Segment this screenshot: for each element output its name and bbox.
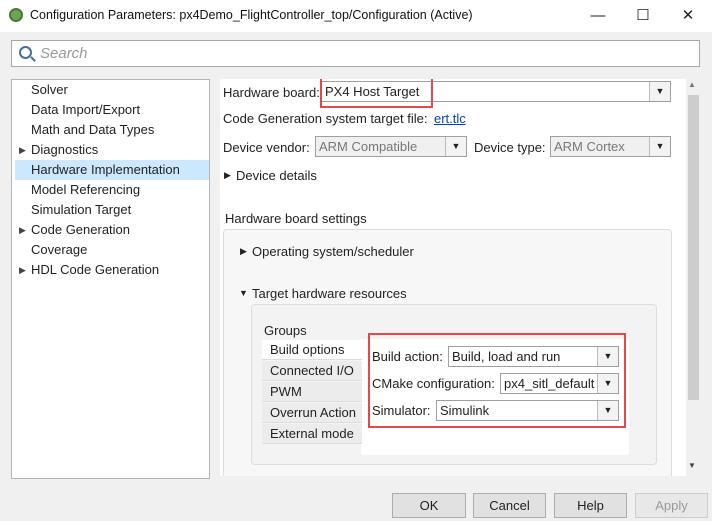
tree-item-label: Diagnostics (31, 142, 99, 157)
device-details-toggle[interactable]: Device details (236, 168, 317, 183)
tree-item-label: Solver (31, 82, 68, 97)
tree-item[interactable]: Solver (15, 80, 209, 100)
maximize-button[interactable]: ☐ (623, 4, 663, 28)
cmake-label: CMake configuration: (372, 376, 495, 391)
group-tab[interactable]: Connected I/O (262, 361, 362, 381)
group-tab[interactable]: Overrun Action (262, 403, 362, 423)
tree-item[interactable]: Model Referencing (15, 180, 209, 200)
cmake-select[interactable]: px4_sitl_default ▼ (500, 373, 619, 394)
tree-item-label: Hardware Implementation (31, 162, 180, 177)
simulator-select[interactable]: Simulink ▼ (436, 400, 619, 421)
cancel-button[interactable]: Cancel (473, 493, 546, 518)
help-button[interactable]: Help (554, 493, 627, 518)
tree-item[interactable]: Simulation Target (15, 200, 209, 220)
chevron-right-icon[interactable]: ▶ (19, 220, 26, 240)
target-resources-toggle[interactable]: Target hardware resources (252, 286, 407, 301)
build-action-value: Build, load and run (452, 349, 561, 364)
window-title: Configuration Parameters: px4Demo_Flight… (30, 8, 473, 22)
chevron-down-icon: ▼ (445, 137, 466, 156)
title-bar: Configuration Parameters: px4Demo_Flight… (0, 0, 712, 32)
group-tab[interactable]: External mode (262, 424, 362, 444)
device-vendor-label: Device vendor: (223, 140, 310, 155)
tree-item-label: Data Import/Export (31, 102, 141, 117)
scroll-up-icon[interactable]: ▲ (688, 80, 696, 89)
category-tree: Solver Data Import/Export Math and Data Ty… (11, 79, 210, 479)
scrollbar-thumb[interactable] (688, 95, 699, 400)
device-type-value: ARM Cortex (554, 139, 625, 154)
chevron-down-icon: ▼ (597, 347, 618, 366)
tree-item[interactable]: ▶ HDL Code Generation (15, 260, 209, 280)
search-placeholder: Search (40, 45, 88, 62)
os-scheduler-toggle[interactable]: Operating system/scheduler (252, 244, 414, 259)
apply-button[interactable]: Apply (635, 493, 708, 518)
target-file-label: Code Generation system target file: (223, 111, 428, 126)
simulator-label: Simulator: (372, 403, 431, 418)
search-input[interactable]: Search (11, 40, 700, 67)
minimize-button[interactable]: — (578, 4, 618, 28)
build-action-select[interactable]: Build, load and run ▼ (448, 346, 619, 367)
hardware-board-label: Hardware board: (223, 85, 320, 100)
tree-item-label: HDL Code Generation (31, 262, 160, 277)
build-action-label: Build action: (372, 349, 443, 364)
ok-button[interactable]: OK (392, 493, 466, 518)
tree-item-label: Model Referencing (31, 182, 141, 197)
device-type-label: Device type: (474, 140, 546, 155)
target-file-link[interactable]: ert.tlc (434, 111, 466, 126)
chevron-right-icon[interactable]: ▶ (19, 260, 26, 280)
tree-item-label: Simulation Target (31, 202, 132, 217)
tree-item[interactable]: Data Import/Export (15, 100, 209, 120)
scroll-down-icon[interactable]: ▼ (688, 461, 696, 470)
chevron-right-icon: ▶ (240, 246, 247, 256)
chevron-down-icon: ▼ (239, 288, 248, 298)
tree-item-label: Math and Data Types (31, 122, 155, 137)
chevron-right-icon[interactable]: ▶ (19, 140, 26, 160)
simulator-value: Simulink (440, 403, 490, 418)
app-icon (9, 8, 23, 22)
chevron-right-icon: ▶ (224, 170, 231, 180)
cmake-value: px4_sitl_default (504, 376, 595, 391)
group-tab[interactable]: Build options (262, 340, 362, 360)
chevron-down-icon: ▼ (649, 82, 670, 101)
device-type-select[interactable]: ARM Cortex ▼ (550, 136, 671, 157)
tree-item[interactable]: Coverage (15, 240, 209, 260)
highlight-box (320, 79, 433, 108)
tree-item-label: Coverage (31, 242, 88, 257)
tree-item[interactable]: Hardware Implementation (15, 160, 209, 180)
group-tab[interactable]: PWM (262, 382, 362, 402)
chevron-down-icon: ▼ (597, 401, 618, 420)
hw-settings-heading: Hardware board settings (225, 211, 367, 226)
groups-label: Groups (264, 323, 307, 338)
tree-item[interactable]: ▶ Code Generation (15, 220, 209, 240)
tree-item[interactable]: ▶ Diagnostics (15, 140, 209, 160)
search-icon-handle (30, 56, 36, 62)
tree-item[interactable]: Math and Data Types (15, 120, 209, 140)
chevron-down-icon: ▼ (597, 374, 618, 393)
chevron-down-icon: ▼ (649, 137, 670, 156)
device-vendor-value: ARM Compatible (319, 139, 418, 154)
device-vendor-select[interactable]: ARM Compatible ▼ (315, 136, 467, 157)
tree-item-label: Code Generation (31, 222, 131, 237)
close-button[interactable]: ✕ (668, 4, 708, 28)
